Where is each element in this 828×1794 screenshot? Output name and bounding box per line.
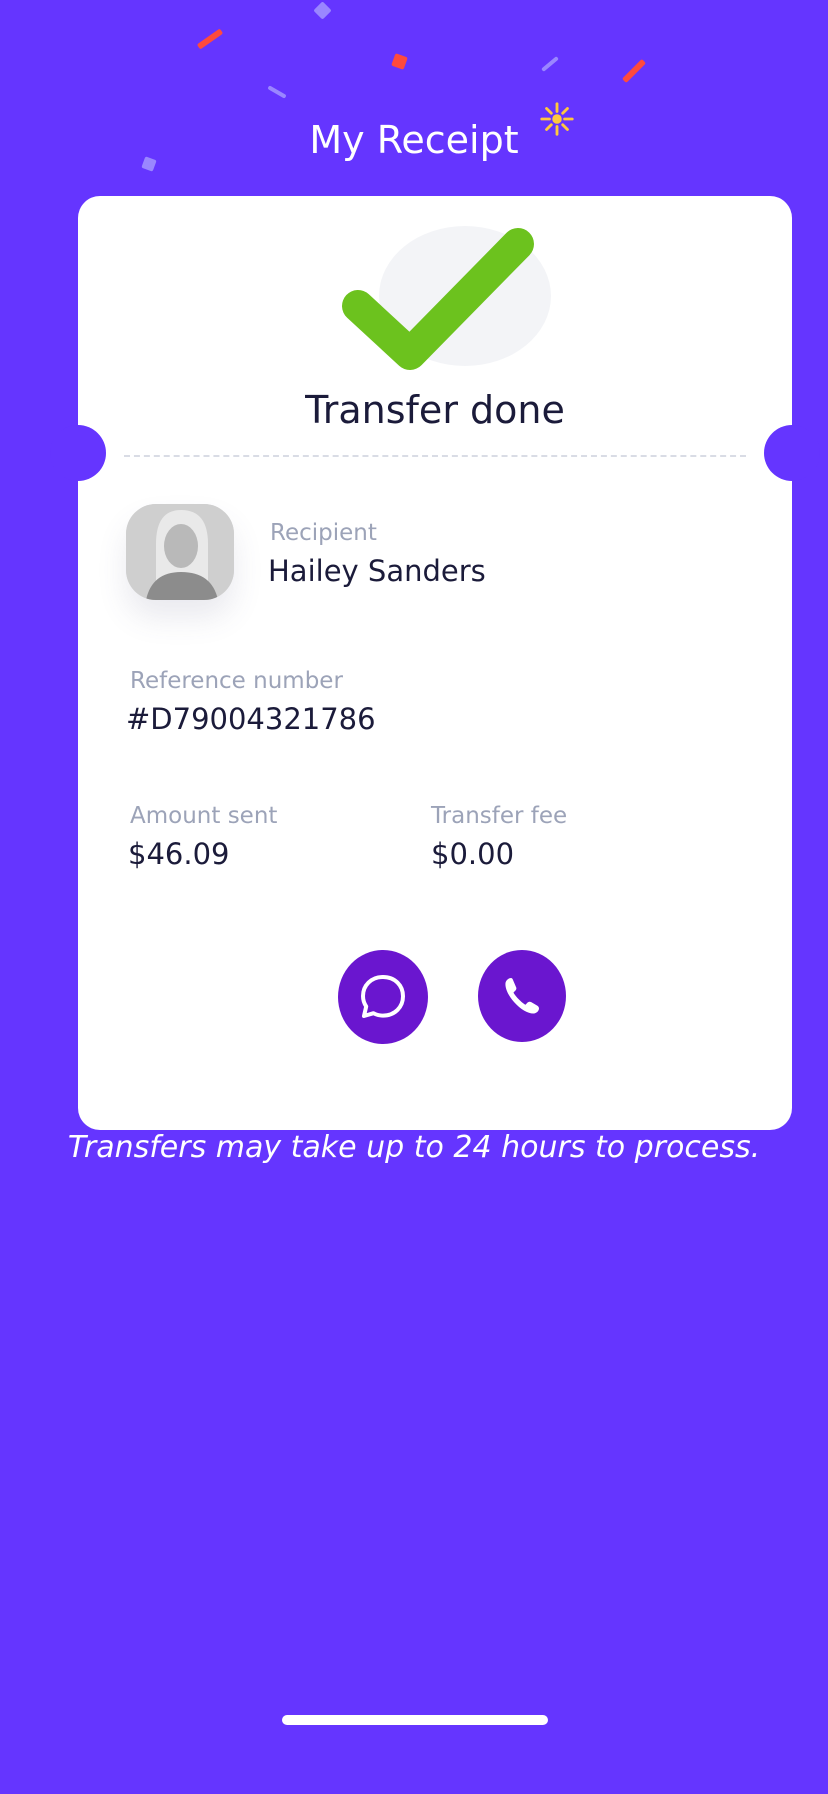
confetti-piece: [313, 1, 332, 20]
fee-value: $0.00: [431, 837, 515, 871]
confetti-piece: [541, 56, 559, 72]
home-indicator[interactable]: [282, 1715, 548, 1725]
confetti-piece: [391, 53, 408, 70]
call-button[interactable]: [478, 950, 566, 1042]
amount-label: Amount sent: [130, 803, 278, 829]
page-title: My Receipt: [309, 118, 519, 162]
card-notch-right: [764, 425, 820, 481]
reference-value: #D79004321786: [126, 702, 376, 736]
phone-icon: [505, 978, 539, 1014]
fee-label: Transfer fee: [431, 803, 568, 829]
dashed-divider: [124, 455, 746, 457]
sparkle-icon: [540, 102, 574, 136]
message-button[interactable]: [338, 950, 428, 1044]
card-notch-left: [50, 425, 106, 481]
recipient-label: Recipient: [270, 520, 377, 546]
confetti-piece: [267, 85, 287, 99]
processing-time-note: Transfers may take up to 24 hours to pro…: [67, 1130, 761, 1165]
amount-value: $46.09: [128, 837, 230, 871]
avatar: [126, 504, 234, 600]
check-icon: [342, 226, 551, 370]
chat-bubble-icon: [361, 975, 405, 1018]
confetti-piece: [621, 58, 647, 84]
person-photo-icon: [126, 504, 234, 600]
reference-label: Reference number: [130, 668, 343, 694]
transfer-status-title: Transfer done: [305, 388, 565, 432]
confetti-piece: [196, 28, 224, 50]
recipient-name: Hailey Sanders: [268, 554, 486, 588]
receipt-card: Transfer done Recipient Hailey Sanders R…: [50, 196, 820, 1130]
